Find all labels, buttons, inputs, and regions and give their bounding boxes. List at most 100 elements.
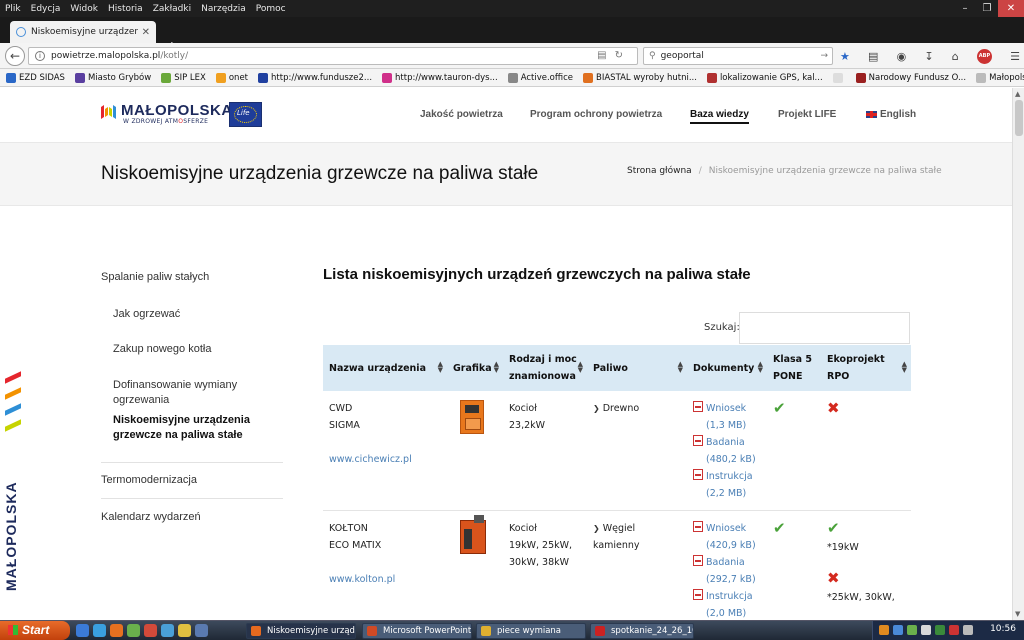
nav-english[interactable]: English	[866, 109, 916, 120]
menu-tools[interactable]: Narzędzia	[196, 4, 251, 14]
close-window-button[interactable]: ✕	[998, 0, 1024, 17]
bookmark-label: Miasto Grybów	[87, 72, 152, 83]
tray-icon[interactable]	[921, 625, 931, 635]
url-bar[interactable]: i powietrze.malopolska.pl/kotly/ ▤↻	[28, 47, 638, 65]
bookmark-item[interactable]: http://www.tauron-dys...	[382, 72, 498, 83]
sidebar-item-funding[interactable]: Dofinansowanie wymiany ogrzewania	[113, 378, 293, 408]
bookmark-item[interactable]: Małopolska w zdrowe...	[976, 72, 1024, 83]
minimize-button[interactable]: –	[954, 0, 976, 17]
volume-icon[interactable]	[963, 625, 973, 635]
scroll-down-icon[interactable]: ▼	[1015, 610, 1020, 618]
bookmark-item[interactable]	[832, 72, 846, 83]
restore-button[interactable]: ❐	[976, 0, 998, 17]
bookmark-item[interactable]: onet	[215, 72, 248, 83]
firefox-icon[interactable]	[110, 624, 123, 637]
pocket-icon[interactable]: ◉	[897, 50, 907, 63]
doc-link-application[interactable]: Wniosek (1,3 MB)	[706, 400, 761, 434]
app-icon[interactable]	[178, 624, 191, 637]
doc-link-tests[interactable]: Badania (480,2 kB)	[706, 434, 761, 468]
task-pdf[interactable]: spotkanie_24_26_10...	[590, 623, 694, 639]
doc-link-application[interactable]: Wniosek (420,9 kB)	[706, 520, 761, 554]
explorer-icon[interactable]	[93, 624, 106, 637]
tray-icon[interactable]	[949, 625, 959, 635]
task-folder[interactable]: piece wymiana	[476, 623, 586, 639]
sidebar-item-solid-fuels[interactable]: Spalanie paliw stałych	[101, 271, 209, 283]
nav-life-project[interactable]: Projekt LIFE	[778, 109, 836, 120]
doc-link-manual[interactable]: Instrukcja (2,2 MB)	[706, 468, 761, 502]
nav-air-protection-program[interactable]: Program ochrony powietrza	[530, 109, 662, 120]
col-type-power[interactable]: Rodzaj i moc znamionowa ▲ ▼	[503, 345, 587, 391]
start-button[interactable]: Start	[0, 621, 70, 640]
back-button[interactable]: ←	[5, 46, 25, 66]
doc-link-tests[interactable]: Badania (292,7 kB)	[706, 554, 761, 588]
bookmark-item[interactable]: lokalizowanie GPS, kal...	[706, 72, 823, 83]
search-bar[interactable]: ⚲ geoportal →	[643, 47, 833, 65]
download-icon[interactable]: ↧	[924, 50, 933, 63]
checkmark-icon: ✔	[773, 519, 786, 537]
col-pone-class[interactable]: Klasa 5 PONE	[767, 345, 821, 391]
bookmark-item[interactable]: http://www.fundusze2...	[258, 72, 372, 83]
doc-link-manual[interactable]: Instrukcja (2,0 MB)	[706, 588, 761, 620]
ie-icon[interactable]	[76, 624, 89, 637]
menu-edit[interactable]: Edycja	[26, 4, 66, 14]
scroll-up-icon[interactable]: ▲	[1015, 90, 1020, 98]
boiler-image[interactable]	[460, 400, 484, 434]
tray-icon[interactable]	[893, 625, 903, 635]
browser-tab[interactable]: Niskoemisyjne urządzenia grze... ✕	[10, 21, 156, 43]
tray-icon[interactable]	[879, 625, 889, 635]
bookmark-item[interactable]: EZD SIDAS	[6, 72, 65, 83]
sidebar-item-how-to-heat[interactable]: Jak ogrzewać	[113, 307, 293, 322]
manufacturer-link[interactable]: www.kolton.pl	[329, 571, 441, 588]
bookmark-item[interactable]: Narodowy Fundusz O...	[855, 72, 966, 83]
task-powerpoint[interactable]: Microsoft PowerPoint ...	[362, 623, 472, 639]
home-icon[interactable]: ⌂	[952, 50, 959, 63]
app-icon[interactable]	[127, 624, 140, 637]
menu-history[interactable]: Historia	[103, 4, 148, 14]
bookmark-label: SIP LEX	[174, 72, 206, 83]
col-ecodesign-rpo[interactable]: Ekoprojekt RPO ▲ ▼	[821, 345, 911, 391]
bookmark-item[interactable]: Miasto Grybów	[74, 72, 152, 83]
menu-view[interactable]: Widok	[65, 4, 103, 14]
adblock-icon[interactable]: ABP	[976, 48, 992, 64]
bookmark-item[interactable]: BIASTAL wyroby hutni...	[583, 72, 697, 83]
bookmark-star-icon[interactable]: ★	[840, 50, 850, 63]
sidebar-item-events-calendar[interactable]: Kalendarz wydarzeń	[101, 511, 201, 523]
bookmark-favicon-icon	[6, 72, 16, 83]
nav-air-quality[interactable]: Jakość powietrza	[420, 109, 503, 120]
nav-knowledge-base[interactable]: Baza wiedzy	[690, 109, 749, 124]
col-graphic[interactable]: Grafika ▲ ▼	[447, 345, 503, 391]
sidebar-item-thermomodernization[interactable]: Termomodernizacja	[101, 474, 197, 486]
col-fuel[interactable]: Paliwo ▲ ▼	[587, 345, 687, 391]
malopolska-logo[interactable]: MAŁOPOLSKA W ZDROWEJ ATMOSFERZE	[101, 103, 233, 125]
page-scrollbar[interactable]: ▲ ▼	[1012, 88, 1024, 620]
manufacturer-link[interactable]: www.cichewicz.pl	[329, 451, 441, 468]
menu-file[interactable]: Plik	[0, 4, 26, 14]
search-go-icon[interactable]: →	[820, 51, 828, 61]
boiler-image[interactable]	[460, 515, 486, 554]
scrollbar-thumb[interactable]	[1015, 100, 1023, 136]
sidebar-item-low-emission-devices[interactable]: Niskoemisyjne urządzenia grzewcze na pal…	[113, 413, 293, 443]
table-search-input[interactable]	[739, 312, 910, 344]
task-firefox[interactable]: Niskoemisyjne urządz...	[246, 623, 356, 639]
app-icon[interactable]	[144, 624, 157, 637]
sidebar-item-new-boiler[interactable]: Zakup nowego kotła	[113, 342, 293, 357]
bookmark-item[interactable]: Active.office	[507, 72, 573, 83]
tab-close-icon[interactable]: ✕	[142, 27, 150, 38]
breadcrumb-home[interactable]: Strona główna	[627, 166, 692, 176]
tray-icon[interactable]	[907, 625, 917, 635]
bookmark-item[interactable]: SIP LEX	[161, 72, 206, 83]
list-title: Lista niskoemisyjnych urządzeń grzewczyc…	[323, 266, 751, 283]
hamburger-menu-icon[interactable]: ☰	[1010, 50, 1020, 63]
devices-table: Nazwa urządzenia ▲ ▼ Grafika ▲ ▼ Rodzaj i mo…	[323, 345, 911, 620]
info-icon[interactable]: i	[35, 51, 45, 61]
bookmarks-list-icon[interactable]: ▤	[868, 50, 878, 63]
menu-help[interactable]: Pomoc	[251, 4, 291, 14]
reader-reload-icons[interactable]: ▤↻	[597, 50, 631, 61]
col-documents[interactable]: Dokumenty ▲ ▼	[687, 345, 767, 391]
menu-bookmarks[interactable]: Zakładki	[148, 4, 196, 14]
col-device-name[interactable]: Nazwa urządzenia ▲ ▼	[323, 345, 447, 391]
network-icon[interactable]	[935, 625, 945, 635]
app-icon[interactable]	[195, 624, 208, 637]
app-icon[interactable]	[161, 624, 174, 637]
search-value: geoportal	[660, 51, 704, 61]
